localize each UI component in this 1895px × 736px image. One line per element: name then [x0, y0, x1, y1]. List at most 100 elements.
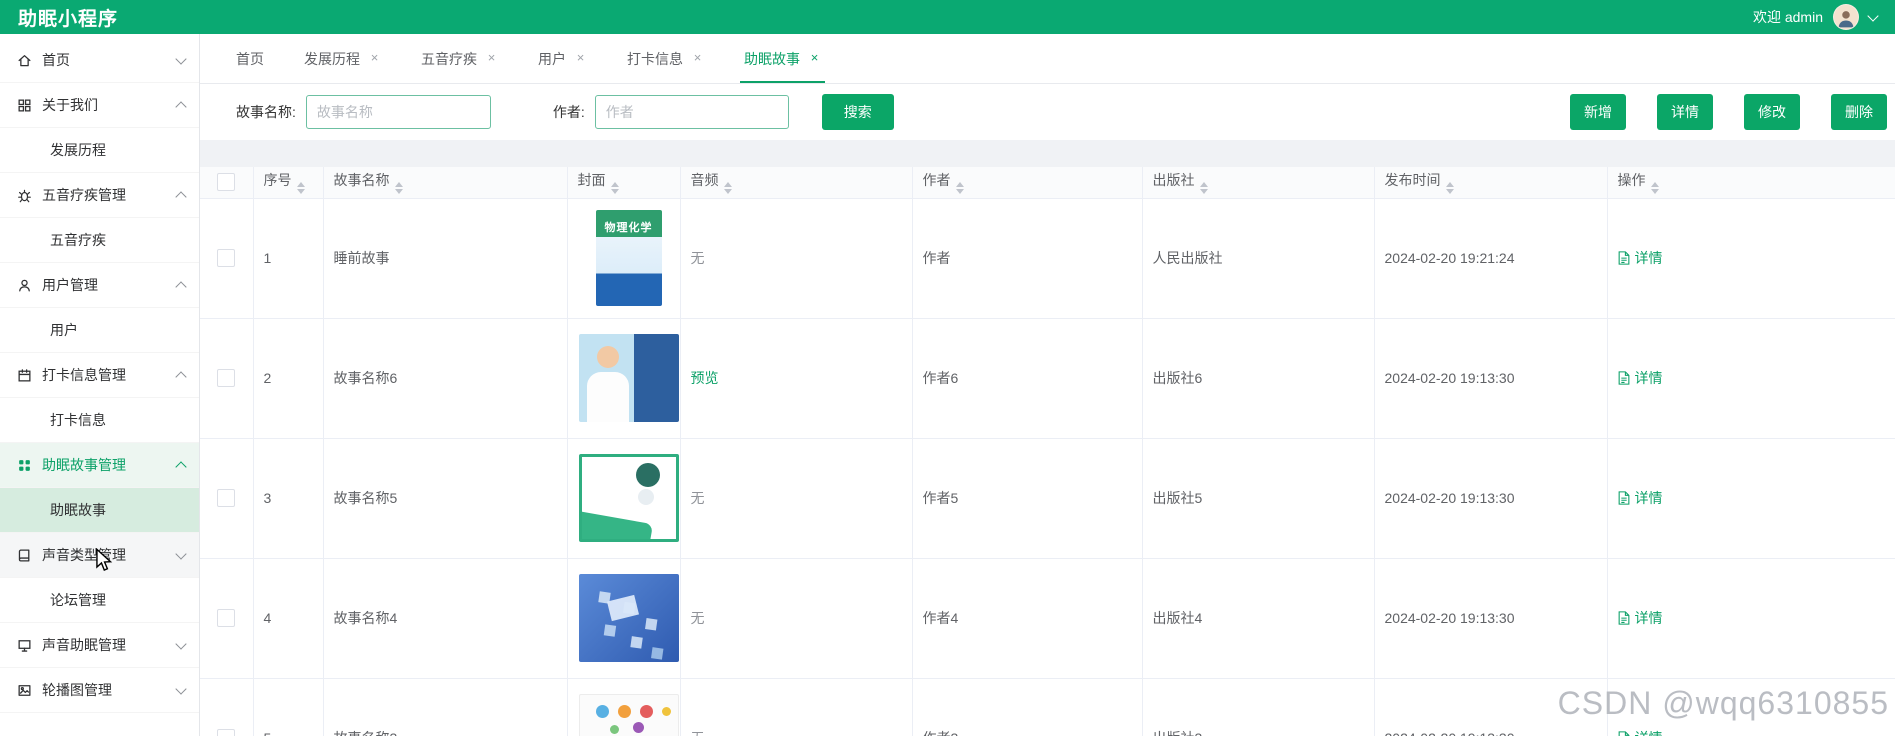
author-input[interactable]: [594, 95, 789, 129]
sort-icon[interactable]: [955, 182, 964, 195]
sort-icon[interactable]: [394, 182, 403, 195]
chevron-up-icon: [175, 100, 187, 113]
spacer: [200, 140, 1895, 167]
row-detail-link[interactable]: 详情: [1618, 488, 1663, 508]
sort-icon[interactable]: [1650, 182, 1659, 195]
sidebar-item-checkin[interactable]: 打卡信息: [0, 398, 199, 443]
column-header-actions[interactable]: 操作: [1607, 167, 1895, 199]
row-detail-link[interactable]: 详情: [1618, 608, 1663, 628]
avatar[interactable]: [1833, 4, 1859, 30]
column-header-audio[interactable]: 音频: [680, 167, 913, 199]
table-row: 2 故事名称6 预览 作者6 出版社6 2024-02-20 19:13:30 …: [200, 318, 1895, 439]
close-icon[interactable]: [574, 52, 587, 65]
row-checkbox[interactable]: [217, 489, 236, 508]
row-checkbox[interactable]: [217, 369, 236, 388]
sidebar-item-label: 声音助眠管理: [42, 637, 126, 653]
close-icon[interactable]: [808, 52, 821, 65]
sidebar-item-label: 关于我们: [42, 97, 98, 113]
cell-audio: 无: [690, 610, 705, 626]
row-detail-link[interactable]: 详情: [1618, 728, 1663, 736]
tab-checkin[interactable]: 打卡信息: [627, 34, 704, 83]
search-button[interactable]: 搜索: [821, 94, 894, 130]
sidebar-item-about[interactable]: 关于我们: [0, 83, 199, 128]
sidebar-item-label: 论坛管理: [50, 592, 106, 608]
close-icon[interactable]: [485, 52, 498, 65]
row-checkbox[interactable]: [217, 729, 236, 736]
search-toolbar: 故事名称: 作者: 搜索 新增 详情 修改 删除: [200, 84, 1895, 140]
column-header-index[interactable]: 序号: [253, 167, 324, 199]
image-icon: [16, 682, 32, 698]
cell-name: 故事名称3: [323, 678, 568, 736]
column-header-publisher[interactable]: 出版社: [1142, 167, 1375, 199]
tab-home[interactable]: 首页: [236, 34, 264, 83]
sidebar-item-stories[interactable]: 助眠故事: [0, 488, 199, 533]
chevron-up-icon: [175, 190, 187, 203]
sidebar-item-sound-type-group[interactable]: 声音类型管理: [0, 533, 199, 578]
column-header-time[interactable]: 发布时间: [1374, 167, 1608, 199]
close-icon[interactable]: [691, 52, 704, 65]
sidebar-item-sound-sleep-group[interactable]: 声音助眠管理: [0, 623, 199, 668]
sidebar-item-users[interactable]: 用户: [0, 308, 199, 353]
cell-name: 睡前故事: [323, 198, 568, 319]
chevron-down-icon[interactable]: [1867, 9, 1879, 22]
add-button[interactable]: 新增: [1570, 94, 1626, 130]
sort-icon[interactable]: [1199, 182, 1208, 195]
audio-preview-link[interactable]: 预览: [691, 370, 719, 386]
delete-button[interactable]: 删除: [1831, 94, 1887, 130]
cell-time: 2024-02-20 19:13:30: [1374, 678, 1608, 736]
sort-icon[interactable]: [610, 182, 619, 195]
sidebar-item-home[interactable]: 首页: [0, 38, 199, 83]
document-icon: [1618, 251, 1629, 265]
row-detail-link[interactable]: 详情: [1618, 248, 1663, 268]
tab-label: 发展历程: [304, 50, 360, 67]
sidebar-item-history[interactable]: 发展历程: [0, 128, 199, 173]
cell-author: 作者: [912, 198, 1143, 319]
cell-index: 5: [253, 678, 324, 736]
select-all-checkbox[interactable]: [217, 173, 236, 192]
user-avatar-icon: [1838, 11, 1854, 28]
sort-icon[interactable]: [723, 182, 732, 195]
tab-history[interactable]: 发展历程: [304, 34, 381, 83]
detail-button[interactable]: 详情: [1657, 94, 1713, 130]
cover-image[interactable]: 物理化学: [595, 210, 662, 306]
cell-time: 2024-02-20 19:13:30: [1374, 318, 1608, 439]
sidebar-item-label: 首页: [42, 52, 70, 68]
row-checkbox[interactable]: [217, 609, 236, 628]
chevron-down-icon: [175, 52, 187, 65]
table-row: 5 故事名称3 E-Learning 无 作者3 出版社3 2024-02-20…: [200, 678, 1895, 736]
cell-publisher: 出版社5: [1142, 438, 1375, 559]
cell-time: 2024-02-20 19:21:24: [1374, 198, 1608, 319]
edit-button[interactable]: 修改: [1744, 94, 1800, 130]
row-checkbox[interactable]: [217, 249, 236, 268]
sidebar-item-users-group[interactable]: 用户管理: [0, 263, 199, 308]
cover-image[interactable]: [578, 334, 679, 422]
table-row: 3 故事名称5 无 作者5 出版社5 2024-02-20 19:13:30 详…: [200, 438, 1895, 559]
sort-icon[interactable]: [1445, 182, 1454, 195]
cover-image[interactable]: [578, 574, 679, 662]
sidebar-item-therapy[interactable]: 五音疗疾: [0, 218, 199, 263]
sidebar-item-checkin-group[interactable]: 打卡信息管理: [0, 353, 199, 398]
tab-label: 首页: [236, 50, 264, 67]
tab-stories[interactable]: 助眠故事: [740, 34, 825, 83]
document-icon: [1618, 611, 1629, 625]
sort-icon[interactable]: [296, 182, 305, 195]
cell-index: 3: [253, 438, 324, 559]
column-header-author[interactable]: 作者: [912, 167, 1143, 199]
close-icon[interactable]: [368, 52, 381, 65]
tab-users[interactable]: 用户: [538, 34, 587, 83]
book-icon: [16, 547, 32, 563]
cover-image[interactable]: [578, 454, 679, 542]
story-name-input[interactable]: [305, 95, 491, 129]
sidebar-item-stories-group[interactable]: 助眠故事管理: [0, 443, 199, 488]
table-row: 4 故事名称4 无 作者4 出版社4 2024-02-20 19:13:30 详…: [200, 558, 1895, 679]
column-header-cover[interactable]: 封面: [567, 167, 681, 199]
sidebar-item-therapy-group[interactable]: 五音疗疾管理: [0, 173, 199, 218]
cell-name: 故事名称4: [323, 558, 568, 679]
row-detail-link[interactable]: 详情: [1618, 368, 1663, 388]
sidebar-item-carousel-group[interactable]: 轮播图管理: [0, 668, 199, 713]
column-header-name[interactable]: 故事名称: [323, 167, 568, 199]
cell-author: 作者6: [912, 318, 1143, 439]
cover-image[interactable]: E-Learning: [578, 694, 679, 736]
tab-therapy[interactable]: 五音疗疾: [421, 34, 498, 83]
sidebar-item-forum[interactable]: 论坛管理: [0, 578, 199, 623]
